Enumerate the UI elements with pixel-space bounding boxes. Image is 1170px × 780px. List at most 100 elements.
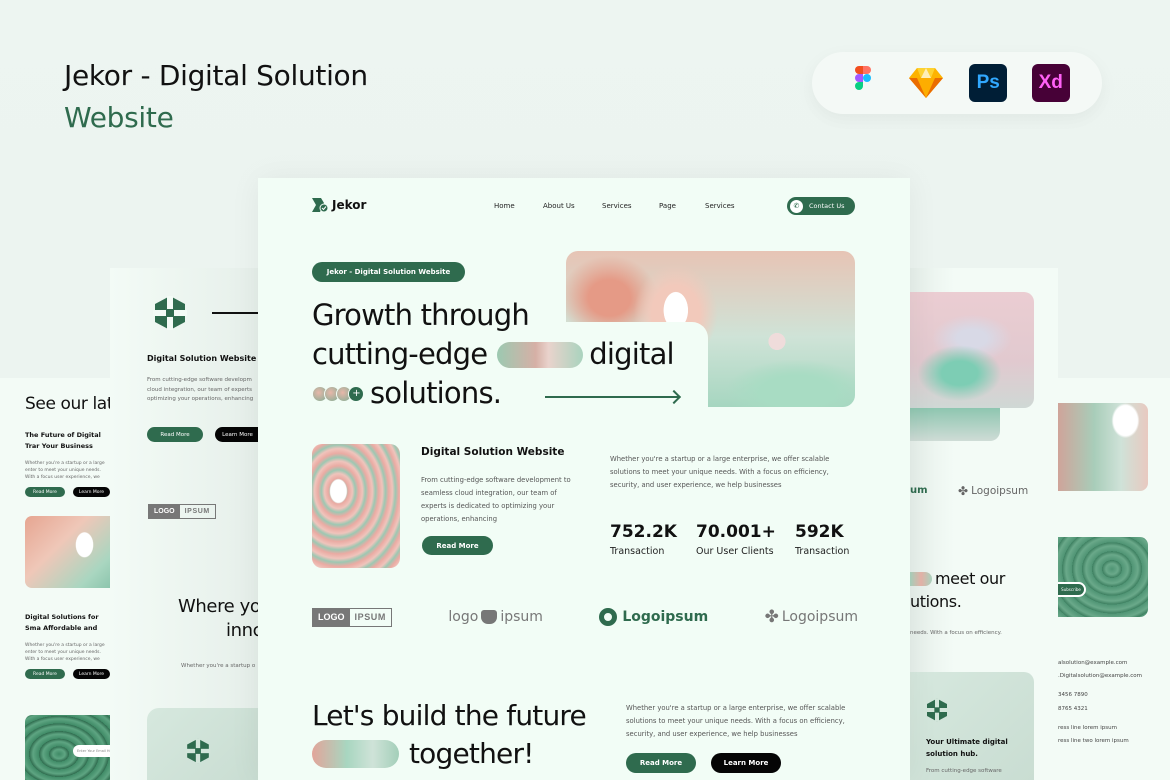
far-left-learn-more-button-2[interactable]: Learn More bbox=[73, 669, 110, 679]
stat-1: 752.2K Transaction bbox=[610, 522, 677, 557]
right-pill-image bbox=[910, 572, 932, 586]
right-heading-line1: meet our bbox=[935, 569, 1005, 588]
preview-page-far-left: See our lat The Future of Digital Trar Y… bbox=[0, 378, 114, 780]
main-page-preview: Jekor Home About Us Services Page Servic… bbox=[258, 178, 910, 780]
logo-part-a: LOGO bbox=[313, 608, 350, 626]
far-left-post1-title: The Future of Digital Trar Your Business… bbox=[25, 431, 101, 450]
contact-us-button[interactable]: ✆ Contact Us bbox=[787, 197, 855, 215]
far-left-newsletter-image: Enter Your Email Her bbox=[25, 715, 110, 780]
nav-menu: Home About Us Services Page Services bbox=[494, 202, 735, 210]
right-small-text: needs. With a focus on efficiency. bbox=[910, 630, 1002, 636]
about-read-more-button[interactable]: Read More bbox=[422, 536, 493, 555]
cta-heading-line1: Let's build the future bbox=[312, 699, 587, 732]
far-left-read-more-button[interactable]: Read More bbox=[25, 487, 65, 497]
preview-page-right: um ✤ Logoipsum meet our utions. needs. W… bbox=[910, 268, 1058, 780]
left-heading-line2: innc bbox=[226, 620, 263, 641]
cta-pill-image bbox=[312, 740, 399, 768]
email-1[interactable]: alsolution@example.com bbox=[1058, 660, 1127, 667]
nav-page[interactable]: Page bbox=[659, 202, 705, 210]
left-read-more-button[interactable]: Read More bbox=[147, 427, 203, 442]
stat-3: 592K Transaction bbox=[795, 522, 849, 557]
logo-part-a: LOGO bbox=[149, 505, 180, 518]
address-2: ress line two lorem ipsum bbox=[1058, 738, 1129, 744]
stat-label: Transaction bbox=[610, 546, 665, 557]
left-feature-card bbox=[147, 708, 260, 780]
contact-us-label: Contact Us bbox=[809, 202, 845, 210]
far-left-heading: See our lat bbox=[25, 394, 114, 414]
email-2[interactable]: .Digitalsolution@example.com bbox=[1058, 673, 1142, 680]
divider-line bbox=[212, 312, 260, 314]
phone-1: 3456 7890 bbox=[1058, 692, 1088, 698]
right-logo-2: ✤ Logoipsum bbox=[958, 484, 1028, 498]
hero-pill-image bbox=[497, 341, 584, 368]
hero-badge: Jekor - Digital Solution Website bbox=[312, 262, 465, 282]
cta-line2-text: together! bbox=[409, 737, 534, 770]
right-heading-line2: utions. bbox=[910, 592, 962, 611]
showcase-title: Jekor - Digital Solution bbox=[64, 59, 368, 92]
far-left-learn-more-button[interactable]: Learn More bbox=[73, 487, 110, 497]
nav-home[interactable]: Home bbox=[494, 202, 543, 210]
sketch-icon bbox=[907, 64, 945, 102]
about-image bbox=[312, 444, 400, 568]
adobe-xd-icon: Xd bbox=[1031, 64, 1070, 102]
clover-icon: ✤ bbox=[764, 607, 779, 627]
hex-logo-icon bbox=[153, 296, 187, 330]
stat-value: 592K bbox=[795, 522, 844, 542]
nav-services[interactable]: Services bbox=[602, 202, 659, 210]
about-text: From cutting-edge software development t… bbox=[421, 476, 571, 523]
partner-logo-3: Logoipsum bbox=[599, 608, 708, 626]
ring-logo-icon bbox=[599, 608, 618, 626]
preview-page-left: Digital Solution Website From cutting-ed… bbox=[110, 268, 263, 780]
far-left-email-input[interactable]: Enter Your Email Her bbox=[73, 745, 110, 757]
hero-heading-line2: cutting-edge digital bbox=[312, 335, 675, 374]
partner-logo-4: ✤ Logoipsum bbox=[765, 607, 858, 627]
address-1: ress line lorem ipsum bbox=[1058, 725, 1117, 731]
hero-line2-text-b: digital bbox=[589, 337, 674, 371]
right-hero-image-bottom bbox=[910, 408, 1000, 441]
subscribe-button[interactable]: Subscribe bbox=[1058, 582, 1086, 597]
hero-line2-text-a: cutting-edge bbox=[312, 337, 488, 371]
far-left-post1-text: Whether you're a startup or a large ente… bbox=[25, 461, 105, 480]
left-learn-more-button[interactable]: Learn More bbox=[215, 427, 260, 442]
jekor-logo-icon bbox=[312, 198, 328, 212]
left-heading-line1: Where yo bbox=[178, 596, 261, 617]
logo-text: logo bbox=[448, 609, 479, 625]
far-left-read-more-button-2[interactable]: Read More bbox=[25, 669, 65, 679]
showcase-subtitle: Website bbox=[64, 101, 174, 134]
nav-about-us[interactable]: About Us bbox=[543, 202, 602, 210]
cta-read-more-button[interactable]: Read More bbox=[626, 753, 696, 773]
clover-icon: ✤ bbox=[958, 484, 969, 498]
right-hero-image bbox=[910, 292, 1034, 408]
hero-heading-line1: Growth through bbox=[312, 298, 530, 332]
stat-label: Transaction bbox=[795, 546, 850, 557]
plus-icon[interactable]: + bbox=[348, 385, 364, 402]
right-card-text: From cutting-edge software bbox=[926, 768, 1002, 774]
brand-logo[interactable]: Jekor bbox=[312, 198, 366, 212]
hex-logo-icon bbox=[925, 698, 949, 722]
hero-line3-text: solutions. bbox=[370, 376, 502, 410]
far-left-post2-title: Digital Solutions for Sma Affordable and… bbox=[25, 613, 99, 632]
cta-learn-more-button[interactable]: Learn More bbox=[711, 753, 781, 773]
far-left-post1-image bbox=[25, 516, 110, 588]
stat-value: 752.2K bbox=[610, 522, 677, 542]
logo-text: Logoipsum bbox=[781, 609, 858, 625]
nav-services-2[interactable]: Services bbox=[705, 202, 735, 210]
right-logo-2-text: Logoipsum bbox=[971, 485, 1029, 497]
hex-logo-icon bbox=[185, 738, 211, 764]
arrow-right-icon[interactable] bbox=[545, 396, 679, 398]
avatar-group: + bbox=[312, 385, 364, 402]
hero-heading-line3: + solutions. bbox=[312, 374, 502, 413]
partner-logo-1: LOGO IPSUM bbox=[312, 607, 393, 627]
cta-heading-line2: together! bbox=[312, 735, 534, 773]
right-feature-card: Your Ultimate digital solution hub. From… bbox=[910, 672, 1034, 780]
bear-icon bbox=[481, 610, 498, 624]
preview-page-far-right: Subscribe alsolution@example.com .Digita… bbox=[1058, 378, 1170, 780]
logo-text: Logoipsum bbox=[622, 609, 709, 625]
right-card-title: Your Ultimate digital solution hub. bbox=[926, 738, 1008, 758]
photoshop-icon: Ps bbox=[969, 64, 1008, 102]
about-title: Digital Solution Website bbox=[421, 446, 565, 458]
left-section-text: From cutting-edge software developm clou… bbox=[147, 377, 254, 402]
left-section-title: Digital Solution Website bbox=[147, 354, 257, 363]
logo-part-b: IPSUM bbox=[184, 508, 210, 515]
far-right-image-1 bbox=[1058, 403, 1148, 491]
